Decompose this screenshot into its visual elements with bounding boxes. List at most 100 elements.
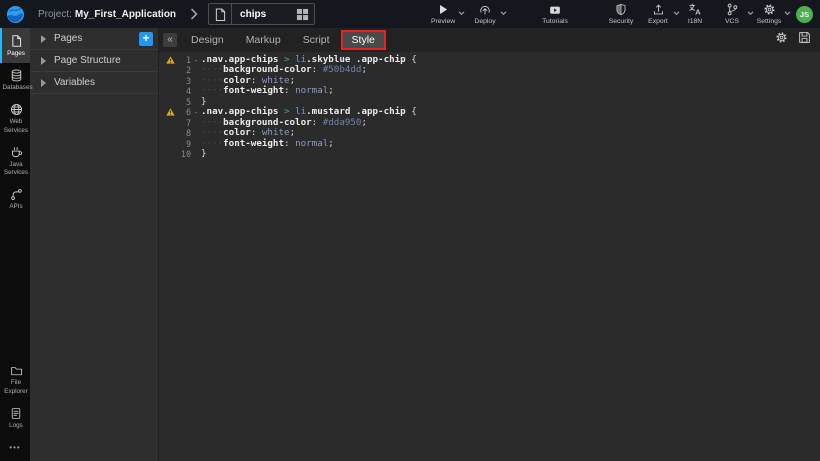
chevron-down-icon xyxy=(784,11,791,16)
editor-toolbar xyxy=(775,31,811,49)
pages-explorer-panel: Pages + Page Structure Variables xyxy=(30,28,159,461)
gear-icon xyxy=(775,31,788,44)
line-number: 2 xyxy=(176,65,191,75)
caret-right-icon xyxy=(40,79,46,87)
action-label: I18N xyxy=(688,18,702,25)
section-label: Pages xyxy=(54,33,82,44)
section-pages[interactable]: Pages + xyxy=(30,28,158,50)
log-icon xyxy=(10,407,22,420)
top-bar: Project:My_First_Application chips Previ… xyxy=(0,0,820,28)
left-rail: Pages Databases Web Services Java Services A… xyxy=(0,28,30,461)
fold-marker[interactable]: - xyxy=(191,55,201,65)
sidebar-item-web-services[interactable]: Web Services xyxy=(0,97,30,139)
shield-icon xyxy=(615,3,627,16)
section-label: Page Structure xyxy=(54,55,121,66)
action-label: Export xyxy=(648,18,668,25)
save-button[interactable] xyxy=(798,31,811,49)
sidebar-item-label: Web Services xyxy=(3,118,30,134)
save-icon xyxy=(798,31,811,44)
translate-icon: A xyxy=(688,3,702,16)
topbar-left-actions: Preview Deploy Tutorials xyxy=(315,3,571,25)
topbar-right-action-group: Security Export A I18N VCS Settings xyxy=(605,3,785,25)
export-button[interactable]: Export xyxy=(642,3,674,25)
branch-icon xyxy=(726,3,739,16)
line-number: 4 xyxy=(176,86,191,96)
project-breadcrumb: Project:My_First_Application xyxy=(38,9,176,20)
warning-icon xyxy=(166,56,175,64)
vcs-button[interactable]: VCS xyxy=(716,3,748,25)
page-tab-chips[interactable]: chips xyxy=(208,3,315,25)
user-avatar[interactable]: JS xyxy=(796,6,813,23)
breadcrumb-chevron-icon xyxy=(190,8,198,20)
more-options-button[interactable]: ••• xyxy=(0,435,30,461)
caret-right-icon xyxy=(40,35,46,43)
topbar-right-actions: Security Export A I18N VCS Settings JS xyxy=(605,3,813,25)
i18n-button[interactable]: A I18N xyxy=(679,3,711,25)
line-number: 10 xyxy=(176,149,191,159)
code-line[interactable]: 10} xyxy=(158,149,820,159)
tab-markup[interactable]: Markup xyxy=(235,28,292,52)
pages-grid-icon[interactable] xyxy=(290,4,314,24)
document-icon xyxy=(209,4,232,24)
project-name: My_First_Application xyxy=(75,9,176,20)
code-text: ····font-weight: normal; xyxy=(201,86,334,96)
globe-icon xyxy=(10,103,23,116)
line-number: 7 xyxy=(176,118,191,128)
sidebar-item-label: Pages xyxy=(3,50,30,58)
sidebar-item-logs[interactable]: Logs xyxy=(0,401,30,435)
left-rail-bottom: File ExplorerLogs xyxy=(0,359,30,435)
chevron-down-icon xyxy=(500,11,507,16)
database-icon xyxy=(10,69,23,82)
editor-header: « DesignMarkupScriptStyle xyxy=(158,28,820,52)
gear-icon xyxy=(763,3,776,16)
line-number: 1 xyxy=(176,55,191,65)
api-icon xyxy=(10,188,23,201)
tab-script[interactable]: Script xyxy=(292,28,341,52)
code-line[interactable]: 9····font-weight: normal; xyxy=(158,139,820,149)
sidebar-item-pages[interactable]: Pages xyxy=(0,28,30,63)
sidebar-item-file-explorer[interactable]: File Explorer xyxy=(0,359,30,400)
tab-design[interactable]: Design xyxy=(180,28,235,52)
code-editor[interactable]: 1-.nav.app-chips > li.skyblue .app-chip … xyxy=(158,52,820,461)
section-label: Variables xyxy=(54,77,95,88)
action-label: Preview xyxy=(431,18,455,25)
tutorials-button[interactable]: Tutorials xyxy=(539,3,571,25)
gutter-warning-cell xyxy=(164,108,176,116)
settings-button[interactable]: Settings xyxy=(753,3,785,25)
action-label: VCS xyxy=(725,18,739,25)
line-number: 5 xyxy=(176,97,191,107)
svg-text:A: A xyxy=(695,8,701,16)
deploy-icon xyxy=(478,3,492,16)
project-label: Project: xyxy=(38,9,72,20)
sidebar-item-java-services[interactable]: Java Services xyxy=(0,140,30,182)
style-settings-button[interactable] xyxy=(775,31,788,49)
fold-marker[interactable]: - xyxy=(191,107,201,117)
wavemaker-logo[interactable] xyxy=(0,0,30,28)
code-text: } xyxy=(201,149,207,159)
editor-area: « DesignMarkupScriptStyle 1-.nav.app-chi… xyxy=(158,28,820,461)
tab-style[interactable]: Style xyxy=(341,30,386,50)
gutter-warning-cell xyxy=(164,56,176,64)
wavemaker-studio-window: Project:My_First_Application chips Previ… xyxy=(0,0,820,461)
security-button[interactable]: Security xyxy=(605,3,637,25)
action-label: Tutorials xyxy=(542,18,568,25)
line-number: 9 xyxy=(176,139,191,149)
section-variables[interactable]: Variables xyxy=(30,72,158,94)
sidebar-item-label: Java Services xyxy=(3,161,30,177)
sidebar-item-label: APIs xyxy=(3,203,30,211)
coffee-icon xyxy=(10,146,23,159)
play-icon xyxy=(437,3,449,16)
preview-button[interactable]: Preview xyxy=(427,3,459,25)
left-rail-spacer xyxy=(0,216,30,359)
add-page-button[interactable]: + xyxy=(139,32,153,46)
line-number: 3 xyxy=(176,76,191,86)
sidebar-item-apis[interactable]: APIs xyxy=(0,182,30,216)
sidebar-item-label: Databases xyxy=(3,84,30,92)
page-tab-name: chips xyxy=(232,9,290,20)
deploy-button[interactable]: Deploy xyxy=(469,3,501,25)
sidebar-item-databases[interactable]: Databases xyxy=(0,63,30,97)
section-page-structure[interactable]: Page Structure xyxy=(30,50,158,72)
code-line[interactable]: 4 ····font-weight: normal; xyxy=(158,86,820,96)
collapse-panel-button[interactable]: « xyxy=(163,33,177,47)
warning-icon xyxy=(166,108,175,116)
